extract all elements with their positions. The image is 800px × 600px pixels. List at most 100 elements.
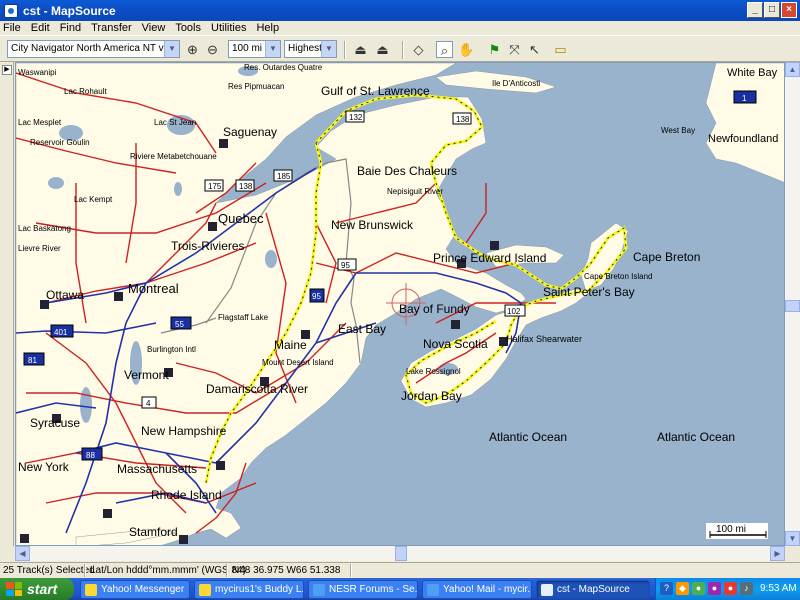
zoom-tool-icon[interactable]: ⌕ bbox=[436, 41, 453, 58]
lake bbox=[174, 182, 182, 196]
menu-utilities[interactable]: Utilities bbox=[211, 22, 246, 34]
expand-panel-icon[interactable]: ▶ bbox=[2, 65, 12, 75]
menu-help[interactable]: Help bbox=[256, 22, 279, 34]
selection-tool-icon[interactable]: ◇ bbox=[410, 41, 427, 58]
route-shield: 88 bbox=[86, 451, 95, 460]
task-label: Yahoo! Mail - mycir... bbox=[443, 584, 532, 595]
status-separator bbox=[350, 564, 352, 577]
scroll-down-icon[interactable]: ▼ bbox=[785, 531, 800, 546]
place-label: New Hampshire bbox=[141, 424, 227, 438]
place-label: Vermont bbox=[124, 368, 169, 382]
detail-level-select[interactable]: Highest ▼ bbox=[284, 40, 337, 58]
scroll-right-icon[interactable]: ▶ bbox=[770, 546, 785, 561]
tray-app-icon[interactable]: ◆ bbox=[676, 582, 689, 595]
taskbar-item-buddy-list[interactable]: mycirus1's Buddy L... bbox=[194, 580, 304, 599]
close-button[interactable]: × bbox=[781, 2, 797, 18]
tray-app-icon[interactable]: ● bbox=[692, 582, 705, 595]
title-bar[interactable]: cst - MapSource _ □ × bbox=[0, 0, 800, 21]
menu-transfer[interactable]: Transfer bbox=[91, 22, 132, 34]
route-shield: 185 bbox=[277, 172, 291, 181]
place-label: Atlantic Ocean bbox=[657, 430, 735, 444]
internet-explorer-icon bbox=[313, 583, 325, 596]
clock[interactable]: 9:53 AM bbox=[760, 583, 797, 594]
taskbar-item-nesr-forums[interactable]: NESR Forums - Se... bbox=[308, 580, 418, 599]
place-label: Mount Desert Island bbox=[262, 358, 334, 367]
map-product-value: City Navigator North America NT v8 bbox=[11, 43, 170, 54]
chevron-down-icon[interactable]: ▼ bbox=[164, 41, 179, 57]
hand-tool-icon[interactable]: ✋ bbox=[458, 41, 475, 58]
start-label: start bbox=[27, 581, 58, 597]
menu-file[interactable]: File bbox=[3, 22, 21, 34]
scale-label: 100 mi bbox=[716, 524, 746, 535]
measure-tool-icon[interactable]: ▭ bbox=[552, 41, 569, 58]
place-label: Maine bbox=[274, 338, 307, 352]
horizontal-scroll-thumb[interactable] bbox=[395, 546, 407, 561]
place-label: Lac Rohault bbox=[64, 87, 107, 96]
airport-icon bbox=[103, 509, 112, 518]
route-shield: 95 bbox=[341, 261, 350, 270]
route-tool-icon[interactable]: ⤧ bbox=[506, 41, 523, 58]
help-icon[interactable]: ? bbox=[660, 582, 673, 595]
place-label: Lac Baskatong bbox=[18, 224, 71, 233]
place-label: Atlantic Ocean bbox=[489, 430, 567, 444]
place-label: Ottawa bbox=[46, 288, 84, 302]
lake bbox=[265, 250, 277, 268]
chevron-down-icon[interactable]: ▼ bbox=[265, 41, 280, 57]
place-label: Syracuse bbox=[30, 416, 80, 430]
route-shield: 1 bbox=[742, 94, 747, 103]
taskbar-item-yahoo-messenger[interactable]: Yahoo! Messenger bbox=[80, 580, 190, 599]
detail-level-value: Highest bbox=[288, 43, 322, 54]
tray-app-icon[interactable]: ● bbox=[708, 582, 721, 595]
send-to-device-icon[interactable]: ⏏ bbox=[374, 41, 391, 58]
zoom-in-icon[interactable]: ⊕ bbox=[184, 41, 201, 58]
zoom-level-select[interactable]: 100 mi ▼ bbox=[228, 40, 281, 58]
minimize-button[interactable]: _ bbox=[747, 2, 763, 18]
chevron-down-icon[interactable]: ▼ bbox=[321, 41, 336, 57]
menu-edit[interactable]: Edit bbox=[31, 22, 50, 34]
vertical-scrollbar[interactable]: ▲ ▼ bbox=[785, 62, 800, 546]
place-label: Lac St Jean bbox=[154, 118, 196, 127]
airport-icon bbox=[208, 222, 217, 231]
system-tray: ? ◆ ● ● ● ♪ 9:53 AM bbox=[655, 578, 800, 600]
tray-app-icon[interactable]: ● bbox=[724, 582, 737, 595]
cursor-coordinates: N48 36.975 W66 51.338 bbox=[232, 565, 341, 576]
zoom-out-icon[interactable]: ⊖ bbox=[204, 41, 221, 58]
taskbar-item-mapsource[interactable]: cst - MapSource bbox=[536, 580, 650, 599]
start-button[interactable]: start bbox=[0, 578, 74, 600]
horizontal-scrollbar[interactable]: ◀ ▶ bbox=[15, 546, 785, 561]
place-label: Cape Breton Island bbox=[584, 272, 653, 281]
waypoint-tool-icon[interactable]: ⚑ bbox=[486, 41, 503, 58]
menu-find[interactable]: Find bbox=[60, 22, 81, 34]
place-label: Stamford bbox=[129, 525, 178, 539]
place-label: Baie Des Chaleurs bbox=[357, 164, 457, 178]
place-label: Damariscotta River bbox=[206, 382, 308, 396]
receive-from-device-icon[interactable]: ⏏ bbox=[352, 41, 369, 58]
scroll-up-icon[interactable]: ▲ bbox=[785, 62, 800, 77]
mapsource-app-icon[interactable] bbox=[4, 3, 18, 18]
map-canvas[interactable]: 132 138 185 175 138 1 95 95 102 55 401 8… bbox=[16, 63, 785, 546]
place-label: Saguenay bbox=[223, 125, 277, 139]
lake bbox=[80, 387, 92, 423]
airport-icon bbox=[20, 534, 29, 543]
place-label: Nova Scotia bbox=[423, 337, 488, 351]
map-view[interactable]: 132 138 185 175 138 1 95 95 102 55 401 8… bbox=[15, 62, 785, 546]
map-product-select[interactable]: City Navigator North America NT v8 ▼ bbox=[7, 40, 180, 58]
menu-view[interactable]: View bbox=[142, 22, 166, 34]
menu-bar: File Edit Find Transfer View Tools Utili… bbox=[0, 21, 800, 35]
volume-icon[interactable]: ♪ bbox=[740, 582, 753, 595]
scroll-left-icon[interactable]: ◀ bbox=[15, 546, 30, 561]
route-shield: 175 bbox=[208, 182, 222, 191]
place-label: Montreal bbox=[128, 281, 179, 296]
side-panel-collapsed[interactable]: ▶ bbox=[0, 62, 14, 546]
taskbar-item-yahoo-mail[interactable]: Yahoo! Mail - mycir... bbox=[422, 580, 532, 599]
menu-tools[interactable]: Tools bbox=[175, 22, 201, 34]
toolbar-separator bbox=[344, 41, 346, 59]
place-label: Flagstaff Lake bbox=[218, 313, 269, 322]
scale-bar: 100 mi bbox=[706, 523, 768, 539]
internet-explorer-icon bbox=[427, 583, 439, 596]
place-label: Bay of Fundy bbox=[399, 302, 470, 316]
pointer-tool-icon[interactable]: ↖ bbox=[526, 41, 543, 58]
maximize-button[interactable]: □ bbox=[764, 2, 780, 18]
place-label: Res. Outardes Quatre bbox=[244, 63, 323, 72]
vertical-scroll-thumb[interactable] bbox=[785, 300, 800, 312]
